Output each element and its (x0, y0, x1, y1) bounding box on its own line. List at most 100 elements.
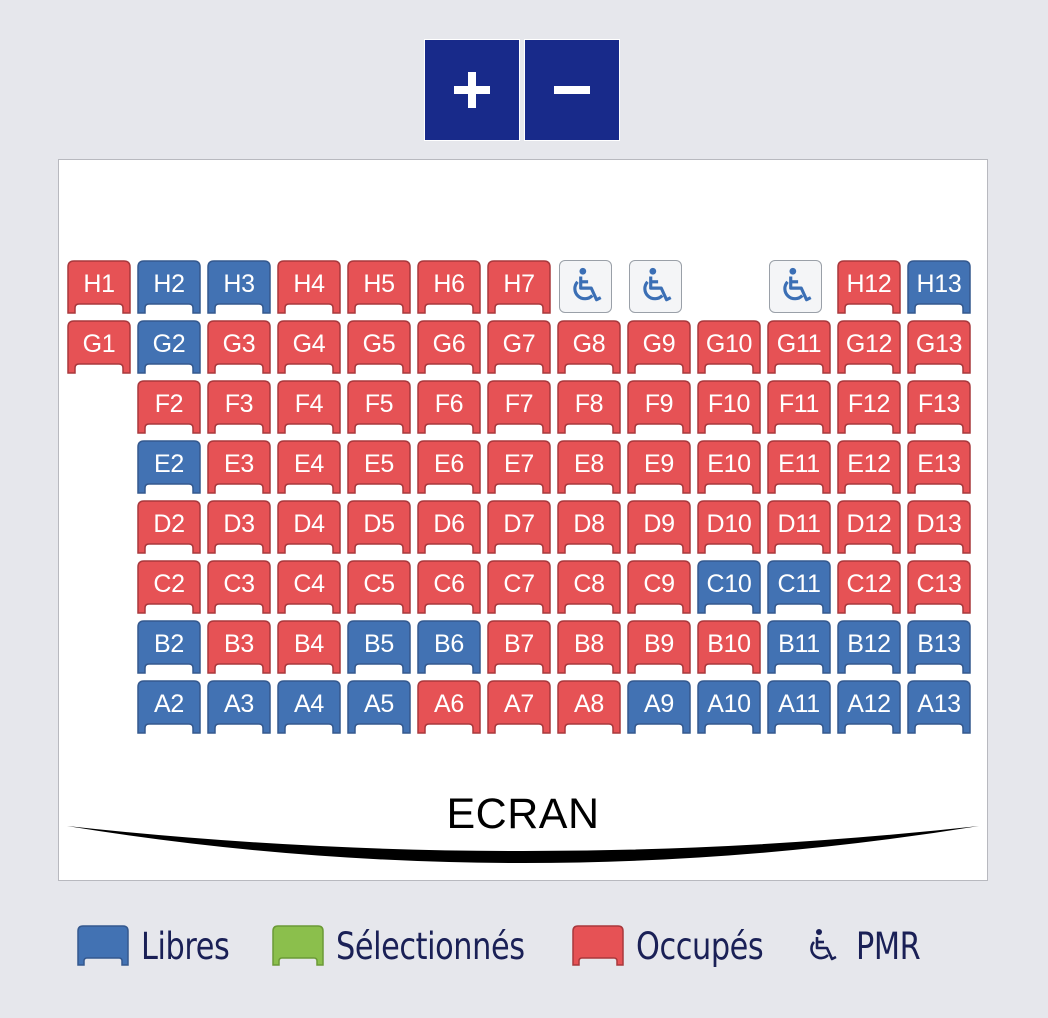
seat-label: F2 (154, 390, 184, 418)
seat-d6: D6 (417, 500, 481, 555)
seat-label: D5 (363, 510, 395, 538)
seat-label: D10 (706, 510, 752, 538)
selectionne-swatch (272, 925, 324, 966)
seat-label: D7 (503, 510, 535, 538)
seat-e6: E6 (417, 440, 481, 495)
seat-label: H3 (223, 270, 255, 298)
seat-label: A6 (434, 690, 464, 718)
seat-a4[interactable]: A4 (277, 680, 341, 735)
seat-b6[interactable]: B6 (417, 620, 481, 675)
seat-label: C8 (573, 570, 605, 598)
seat-pmr[interactable] (769, 260, 822, 313)
seat-b2[interactable]: B2 (137, 620, 201, 675)
seat-label: E9 (644, 450, 674, 478)
seat-b7: B7 (487, 620, 551, 675)
seat-g11: G11 (767, 320, 831, 375)
seat-b5[interactable]: B5 (347, 620, 411, 675)
seat-label: H1 (83, 270, 115, 298)
seat-label: B8 (574, 630, 604, 658)
seat-label: C5 (363, 570, 395, 598)
plus-icon (454, 72, 490, 108)
seat-label: B3 (224, 630, 254, 658)
seat-label: G11 (776, 330, 822, 358)
seat-label: C13 (916, 570, 962, 598)
seat-d9: D9 (627, 500, 691, 555)
seat-label: G2 (152, 330, 186, 358)
seat-label: D8 (573, 510, 605, 538)
seat-f2: F2 (137, 380, 201, 435)
seat-b11[interactable]: B11 (767, 620, 831, 675)
seat-f4: F4 (277, 380, 341, 435)
seat-c10[interactable]: C10 (697, 560, 761, 615)
seat-label: G5 (362, 330, 396, 358)
seat-label: A8 (574, 690, 604, 718)
seat-label: F4 (294, 390, 324, 418)
seat-label: E4 (294, 450, 324, 478)
seat-label: H6 (433, 270, 465, 298)
seat-b12[interactable]: B12 (837, 620, 901, 675)
seat-e8: E8 (557, 440, 621, 495)
seat-h3[interactable]: H3 (207, 260, 271, 315)
seat-c8: C8 (557, 560, 621, 615)
seat-label: F13 (917, 390, 961, 418)
seat-pmr[interactable] (629, 260, 682, 313)
seat-label: B13 (917, 630, 961, 658)
seat-label: E13 (917, 450, 961, 478)
seat-a5[interactable]: A5 (347, 680, 411, 735)
seat-a12[interactable]: A12 (837, 680, 901, 735)
seat-pmr[interactable] (559, 260, 612, 313)
seat-f6: F6 (417, 380, 481, 435)
seat-label: G3 (222, 330, 256, 358)
seat-label: D11 (777, 510, 821, 538)
seat-label: H4 (293, 270, 325, 298)
seat-a2[interactable]: A2 (137, 680, 201, 735)
legend-label-libres: Libres (141, 924, 230, 968)
seat-a13[interactable]: A13 (907, 680, 971, 735)
legend-label-occupes: Occupés (636, 924, 764, 968)
seat-e5: E5 (347, 440, 411, 495)
seat-h2[interactable]: H2 (137, 260, 201, 315)
seat-c11[interactable]: C11 (767, 560, 831, 615)
seat-label: E8 (574, 450, 604, 478)
seat-h7: H7 (487, 260, 551, 315)
seat-label: C11 (777, 570, 821, 598)
zoom-in-button[interactable] (424, 39, 520, 141)
seat-d8: D8 (557, 500, 621, 555)
seat-b9: B9 (627, 620, 691, 675)
seat-c12: C12 (837, 560, 901, 615)
wheelchair-icon (810, 929, 837, 961)
seat-label: D12 (846, 510, 892, 538)
seat-a11[interactable]: A11 (767, 680, 831, 735)
seat-label: F6 (434, 390, 464, 418)
seat-label: C12 (846, 570, 892, 598)
seat-g2[interactable]: G2 (137, 320, 201, 375)
seat-c5: C5 (347, 560, 411, 615)
seat-a3[interactable]: A3 (207, 680, 271, 735)
wheelchair-icon (643, 267, 672, 302)
seat-label: F5 (364, 390, 394, 418)
seat-label: A12 (847, 690, 891, 718)
wheelchair-icon (573, 267, 602, 302)
zoom-out-button[interactable] (524, 39, 620, 141)
seat-h13[interactable]: H13 (907, 260, 971, 315)
seat-label: F3 (224, 390, 254, 418)
screen-curve (67, 826, 979, 863)
seat-a6: A6 (417, 680, 481, 735)
seat-label: B11 (778, 630, 820, 658)
seat-label: C2 (153, 570, 185, 598)
seat-label: D3 (223, 510, 255, 538)
seat-a9[interactable]: A9 (627, 680, 691, 735)
seat-b13[interactable]: B13 (907, 620, 971, 675)
seat-a10[interactable]: A10 (697, 680, 761, 735)
seat-f3: F3 (207, 380, 271, 435)
seat-label: F9 (644, 390, 674, 418)
seat-label: C6 (433, 570, 465, 598)
seat-label: E2 (154, 450, 184, 478)
seat-e2[interactable]: E2 (137, 440, 201, 495)
seat-label: A3 (224, 690, 254, 718)
seat-d7: D7 (487, 500, 551, 555)
seat-label: D6 (433, 510, 465, 538)
seat-f11: F11 (767, 380, 831, 435)
seat-c6: C6 (417, 560, 481, 615)
seat-label: F10 (707, 390, 751, 418)
